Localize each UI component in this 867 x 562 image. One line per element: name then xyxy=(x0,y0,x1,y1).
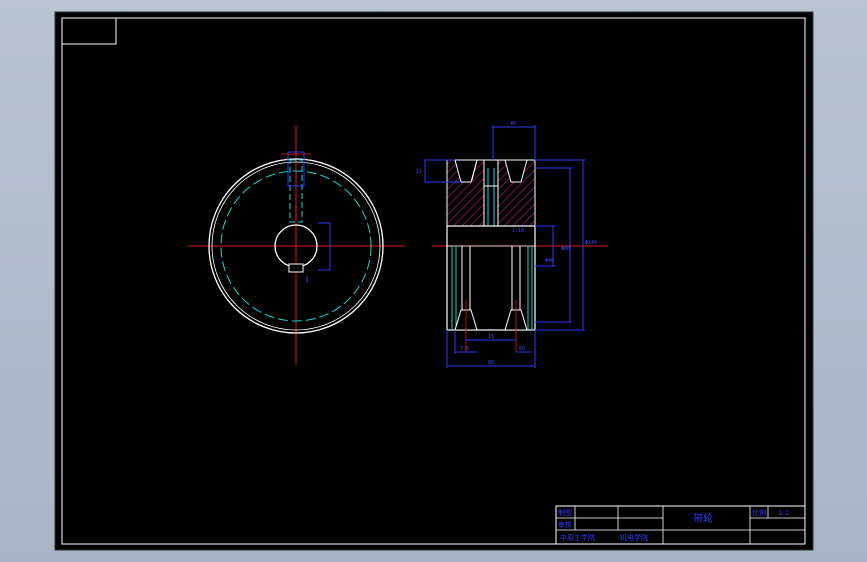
row1-label: 制图 xyxy=(558,508,572,517)
school-name: 中原工学院 xyxy=(560,533,595,542)
dim-left-small-text: 7.5 xyxy=(460,346,469,352)
department-name: 机电学院 xyxy=(620,533,648,542)
row2-label: 审核 xyxy=(558,520,572,529)
keyway xyxy=(288,263,304,273)
dim-slope-text: 1:10 xyxy=(512,228,524,234)
dim-bottom-total-text: 80 xyxy=(488,360,494,366)
dim-groove-depth-text: 11 xyxy=(416,169,422,175)
scale-label: 比例 xyxy=(752,508,766,517)
part-name: 带轮 xyxy=(693,512,713,525)
scale-value: 1:1 xyxy=(778,509,789,517)
drawing-sheet xyxy=(55,12,813,550)
dim-outer-dia-text: Φ140 xyxy=(585,240,597,246)
dim-bottom-inner-text: 60 xyxy=(519,346,525,352)
cad-drawing-canvas: 40 11 Φ140 Φ80 Φ40 1:10 80 7.5 15 60 制图 … xyxy=(54,11,814,551)
dim-bore-dia-text: Φ40 xyxy=(545,258,554,264)
hub-slot-upper xyxy=(483,159,499,227)
dim-hub-dia-text: Φ80 xyxy=(561,246,570,252)
dim-top-width-text: 40 xyxy=(510,121,516,127)
dim-groove-pitch-text: 15 xyxy=(488,334,494,340)
